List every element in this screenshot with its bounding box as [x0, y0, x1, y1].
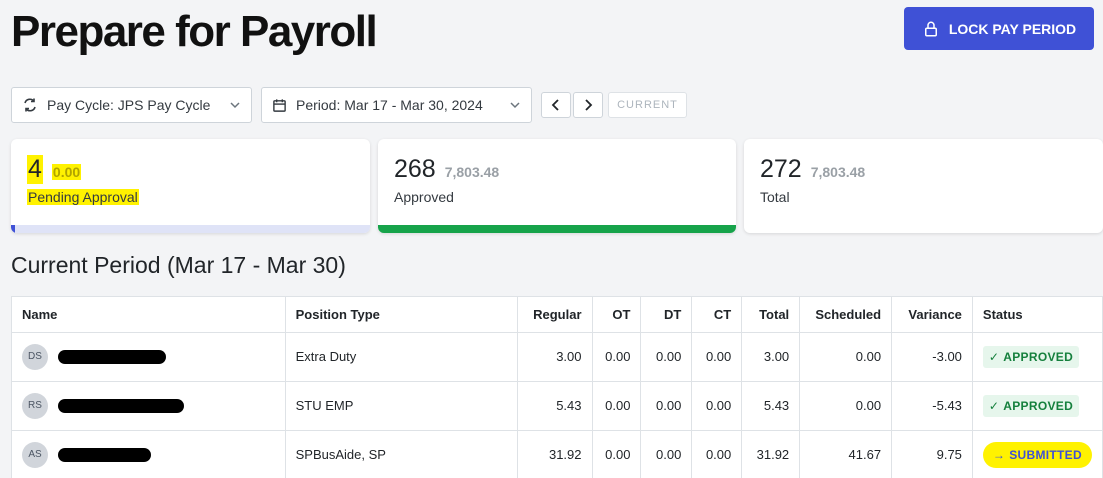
- cycle-icon: [24, 98, 36, 112]
- section-title: Current Period (Mar 17 - Mar 30): [11, 252, 346, 278]
- dt-hours: 0.00: [640, 332, 693, 382]
- regular-hours: 3.00: [517, 332, 593, 382]
- total-hours-cell: 31.92: [741, 430, 801, 478]
- position-type: SPBusAide, SP: [285, 430, 518, 478]
- timesheet-table: Name Position Type Regular OT DT CT Tota…: [11, 296, 1103, 478]
- ct-hours: 0.00: [691, 332, 743, 382]
- previous-period-button[interactable]: [541, 92, 571, 118]
- avatar: DS: [22, 343, 48, 370]
- position-type: STU EMP: [285, 381, 518, 431]
- col-ct[interactable]: CT: [691, 297, 743, 333]
- regular-hours: 31.92: [517, 430, 593, 478]
- scheduled-hours: 0.00: [799, 332, 893, 382]
- total-hours-cell: 3.00: [741, 332, 801, 382]
- variance-hours: -3.00: [891, 332, 973, 382]
- total-hours: 7,803.48: [810, 164, 866, 180]
- col-regular[interactable]: Regular: [517, 297, 593, 333]
- position-type: Extra Duty: [285, 332, 518, 382]
- col-variance[interactable]: Variance: [891, 297, 973, 333]
- col-total[interactable]: Total: [741, 297, 801, 333]
- pending-approval-card[interactable]: 4 0.00 Pending Approval: [11, 139, 370, 233]
- pending-count: 4: [27, 155, 43, 184]
- col-ot[interactable]: OT: [592, 297, 642, 333]
- avatar: AS: [22, 441, 48, 468]
- status-badge: → SUBMITTED: [982, 441, 1092, 468]
- col-position-type[interactable]: Position Type: [285, 297, 518, 333]
- period-value: Period: Mar 17 - Mar 30, 2024: [296, 97, 483, 113]
- variance-hours: 9.75: [891, 430, 973, 478]
- ot-hours: 0.00: [592, 332, 642, 382]
- status-label: SUBMITTED: [1009, 447, 1082, 462]
- status-label: APPROVED: [1003, 349, 1074, 364]
- col-dt[interactable]: DT: [640, 297, 693, 333]
- calendar-icon: [273, 98, 286, 112]
- period-select[interactable]: Period: Mar 17 - Mar 30, 2024: [261, 87, 532, 123]
- status-label: APPROVED: [1003, 398, 1074, 413]
- page-title: Prepare for Payroll: [11, 7, 378, 56]
- scheduled-hours: 41.67: [799, 430, 893, 478]
- dt-hours: 0.00: [640, 430, 693, 478]
- scheduled-hours: 0.00: [799, 381, 893, 431]
- arrow-right-icon: →: [992, 447, 1006, 462]
- ot-hours: 0.00: [592, 381, 642, 431]
- table-row[interactable]: DS Extra Duty 3.00 0.00 0.00 0.00 3.00 0…: [12, 332, 1103, 382]
- col-status[interactable]: Status: [972, 297, 1103, 333]
- chevron-right-icon: [585, 99, 593, 111]
- chevron-down-icon: [510, 102, 520, 109]
- col-name[interactable]: Name: [12, 297, 286, 333]
- status-badge: ✓ APPROVED: [982, 394, 1080, 417]
- dt-hours: 0.00: [640, 381, 693, 431]
- total-label: Total: [760, 189, 790, 205]
- ct-hours: 0.00: [691, 381, 743, 431]
- check-icon: ✓: [988, 349, 1000, 364]
- current-period-button[interactable]: CURRENT: [608, 92, 687, 118]
- total-hours-cell: 5.43: [741, 381, 801, 431]
- table-row[interactable]: RS STU EMP 5.43 0.00 0.00 0.00 5.43 0.00…: [12, 381, 1103, 431]
- approved-progress-bar: [378, 225, 736, 233]
- pending-label: Pending Approval: [27, 189, 139, 205]
- approved-label: Approved: [394, 189, 454, 205]
- chevron-left-icon: [551, 99, 559, 111]
- table-row[interactable]: AS SPBusAide, SP 31.92 0.00 0.00 0.00 31…: [12, 430, 1103, 478]
- pending-hours: 0.00: [51, 164, 82, 180]
- regular-hours: 5.43: [517, 381, 593, 431]
- chevron-down-icon: [230, 102, 240, 109]
- approved-hours: 7,803.48: [444, 164, 500, 180]
- redacted-name: [58, 447, 151, 462]
- avatar: RS: [22, 392, 48, 419]
- ct-hours: 0.00: [691, 430, 743, 478]
- next-period-button[interactable]: [573, 92, 603, 118]
- col-scheduled[interactable]: Scheduled: [799, 297, 893, 333]
- pay-cycle-value: Pay Cycle: JPS Pay Cycle: [47, 97, 211, 113]
- approved-count: 268: [394, 155, 436, 183]
- lock-icon: [924, 21, 937, 36]
- variance-hours: -5.43: [891, 381, 973, 431]
- status-badge: ✓ APPROVED: [982, 345, 1080, 368]
- ot-hours: 0.00: [592, 430, 642, 478]
- check-icon: ✓: [988, 398, 1000, 413]
- lock-pay-period-button[interactable]: LOCK PAY PERIOD: [904, 7, 1094, 50]
- total-count: 272: [760, 155, 802, 183]
- redacted-name: [58, 398, 184, 413]
- total-card[interactable]: 272 7,803.48 Total: [744, 139, 1103, 233]
- pending-progress-bar: [11, 225, 370, 233]
- pay-cycle-select[interactable]: Pay Cycle: JPS Pay Cycle: [11, 87, 252, 123]
- approved-card[interactable]: 268 7,803.48 Approved: [378, 139, 736, 233]
- redacted-name: [58, 349, 166, 364]
- lock-pay-period-label: LOCK PAY PERIOD: [948, 20, 1077, 37]
- table-header-row: Name Position Type Regular OT DT CT Tota…: [12, 297, 1103, 333]
